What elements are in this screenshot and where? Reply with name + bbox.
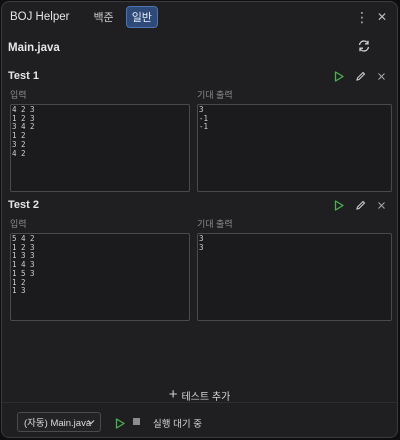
edit-icon[interactable] [354, 199, 366, 211]
file-name: Main.java [8, 42, 60, 54]
edit-icon[interactable] [354, 70, 366, 82]
expected-output-label: 기대 출력 [197, 90, 233, 100]
close-icon[interactable]: ✕ [377, 10, 387, 24]
plus-icon: + [168, 386, 178, 403]
app-title: BOJ Helper [10, 11, 70, 23]
expected-output-label: 기대 출력 [197, 219, 233, 229]
file-select-value: (자동) Main.java [24, 418, 92, 429]
input-text: 5 4 2 1 2 3 1 3 3 1 4 3 1 5 3 1 2 1 3 [12, 234, 35, 296]
run-test-icon[interactable] [333, 199, 345, 211]
tab-general[interactable]: 일반 [125, 6, 158, 28]
test-card: Test 1 입력 4 2 3 1 2 3 3 4 2 1 2 3 2 4 2 [8, 68, 392, 192]
refresh-icon[interactable] [357, 39, 371, 53]
test-card: Test 2 입력 5 4 2 1 2 3 1 3 3 1 4 3 1 5 3 … [8, 197, 392, 321]
input-textarea[interactable]: 5 4 2 1 2 3 1 3 3 1 4 3 1 5 3 1 2 1 3 [10, 233, 190, 321]
delete-icon[interactable] [375, 199, 387, 211]
delete-icon[interactable] [375, 70, 387, 82]
add-test-label: 테스트 추가 [181, 391, 231, 403]
run-test-icon[interactable] [333, 70, 345, 82]
file-row: Main.java [8, 39, 377, 57]
input-label: 입력 [10, 219, 27, 229]
footer-bar: (자동) Main.java 실행 대기 중 [2, 402, 397, 437]
chevron-down-icon [87, 418, 95, 426]
run-status: 실행 대기 중 [153, 419, 202, 430]
title-bar: BOJ Helper 백준 일반 ⋮ ✕ [2, 2, 397, 32]
input-textarea[interactable]: 4 2 3 1 2 3 3 4 2 1 2 3 2 4 2 [10, 104, 190, 192]
file-select[interactable]: (자동) Main.java [17, 412, 101, 432]
input-text: 4 2 3 1 2 3 3 4 2 1 2 3 2 4 2 [12, 105, 35, 158]
expected-output-text: 3 -1 -1 [199, 105, 209, 132]
window-controls: ⋮ ✕ [355, 2, 387, 32]
stop-icon[interactable] [133, 418, 140, 425]
tab-baekjoon[interactable]: 백준 [87, 6, 119, 28]
add-test-button[interactable]: + 테스트 추가 [2, 387, 397, 403]
expected-output-textarea[interactable]: 3 3 [197, 233, 392, 321]
app-window: BOJ Helper 백준 일반 ⋮ ✕ Main.java Test 1 입력… [1, 1, 398, 438]
test-title: Test 2 [8, 199, 39, 211]
test-title: Test 1 [8, 70, 39, 82]
expected-output-textarea[interactable]: 3 -1 -1 [197, 104, 392, 192]
expected-output-text: 3 3 [199, 234, 204, 252]
input-label: 입력 [10, 90, 27, 100]
run-all-icon[interactable] [115, 416, 125, 429]
more-vertical-icon[interactable]: ⋮ [355, 9, 369, 26]
